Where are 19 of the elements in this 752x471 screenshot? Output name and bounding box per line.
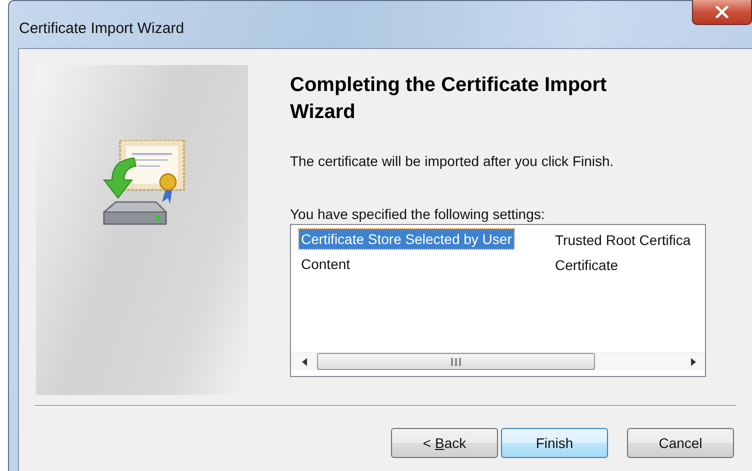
setting-name[interactable]: Certificate Store Selected by User bbox=[299, 228, 514, 248]
back-button[interactable]: < Back bbox=[391, 428, 498, 458]
cancel-button[interactable]: Cancel bbox=[627, 428, 734, 458]
scrollbar-thumb[interactable] bbox=[317, 353, 595, 370]
horizontal-scrollbar[interactable] bbox=[291, 352, 705, 370]
setting-value: Trusted Root Certifica bbox=[554, 230, 692, 250]
setting-value: Certificate bbox=[554, 256, 620, 274]
window-title: Certificate Import Wizard bbox=[19, 20, 184, 37]
completion-message: The certificate will be imported after you click Finish. bbox=[290, 153, 615, 169]
close-button[interactable] bbox=[692, 0, 752, 25]
grip-icon bbox=[451, 358, 461, 366]
scroll-right-icon[interactable] bbox=[689, 356, 697, 366]
wizard-heading: Completing the Certificate Import Wizard bbox=[290, 73, 608, 125]
settings-label: You have specified the following settings: bbox=[290, 206, 546, 222]
finish-button[interactable]: Finish bbox=[501, 428, 608, 458]
scroll-left-icon[interactable] bbox=[301, 356, 309, 366]
setting-name[interactable]: Content bbox=[299, 254, 352, 274]
close-icon bbox=[715, 6, 729, 18]
settings-list[interactable]: Certificate Store Selected by User Trusted Root Certifica Content Certificate bbox=[290, 224, 706, 377]
